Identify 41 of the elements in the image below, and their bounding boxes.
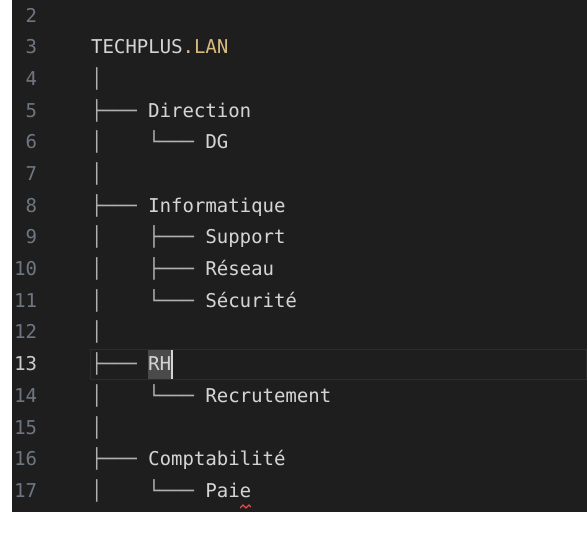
tree-guide: │ └─── <box>91 478 194 504</box>
line-number: 6 <box>24 130 37 156</box>
line-number: 17 <box>13 478 37 504</box>
line-number: 4 <box>24 66 37 92</box>
tree-guide: │ <box>91 319 102 346</box>
tree-guide: │ └─── <box>91 129 194 156</box>
line-number: 10 <box>13 257 37 282</box>
code-text: Recrutement <box>205 384 332 409</box>
line-number: 9 <box>24 225 37 250</box>
code-text: Direction <box>148 98 252 124</box>
line-number: 13 <box>13 352 37 378</box>
tree-guide: │ └─── <box>91 288 194 314</box>
tree-guide: ├─── <box>91 351 137 378</box>
code-text: Sécurité <box>205 288 297 314</box>
tree-guide: │ <box>91 66 102 92</box>
tree-guide: │ └─── <box>91 383 194 409</box>
tree-guide: ├─── <box>91 98 137 124</box>
line-number: 2 <box>24 4 37 29</box>
tree-guide: │ <box>91 415 102 441</box>
code-text: TECHPLUS.LAN <box>91 35 228 60</box>
tree-guide: │ ├─── <box>91 256 194 282</box>
line-number: 15 <box>13 416 37 441</box>
line-number: 11 <box>13 288 37 314</box>
code-text: Réseau <box>205 257 274 282</box>
code-text: RH <box>148 350 174 379</box>
line-number: 16 <box>13 447 37 472</box>
line-number: 3 <box>24 35 37 60</box>
tree-guide: ├─── <box>91 193 137 219</box>
line-number: 5 <box>24 98 37 124</box>
line-number: 8 <box>24 194 37 219</box>
tree-guide: │ <box>91 161 102 188</box>
code-text: Comptabilité <box>148 447 286 472</box>
code-text: DG <box>205 130 228 156</box>
line-number: 7 <box>24 162 37 188</box>
code-text: Paie <box>205 478 252 504</box>
tree-guide: ├─── <box>91 446 137 472</box>
code-text: Support <box>205 225 286 250</box>
tree-guide: │ ├─── <box>91 224 194 250</box>
line-number: 12 <box>13 320 37 346</box>
code-text: Informatique <box>148 194 286 219</box>
line-number: 14 <box>13 384 37 409</box>
